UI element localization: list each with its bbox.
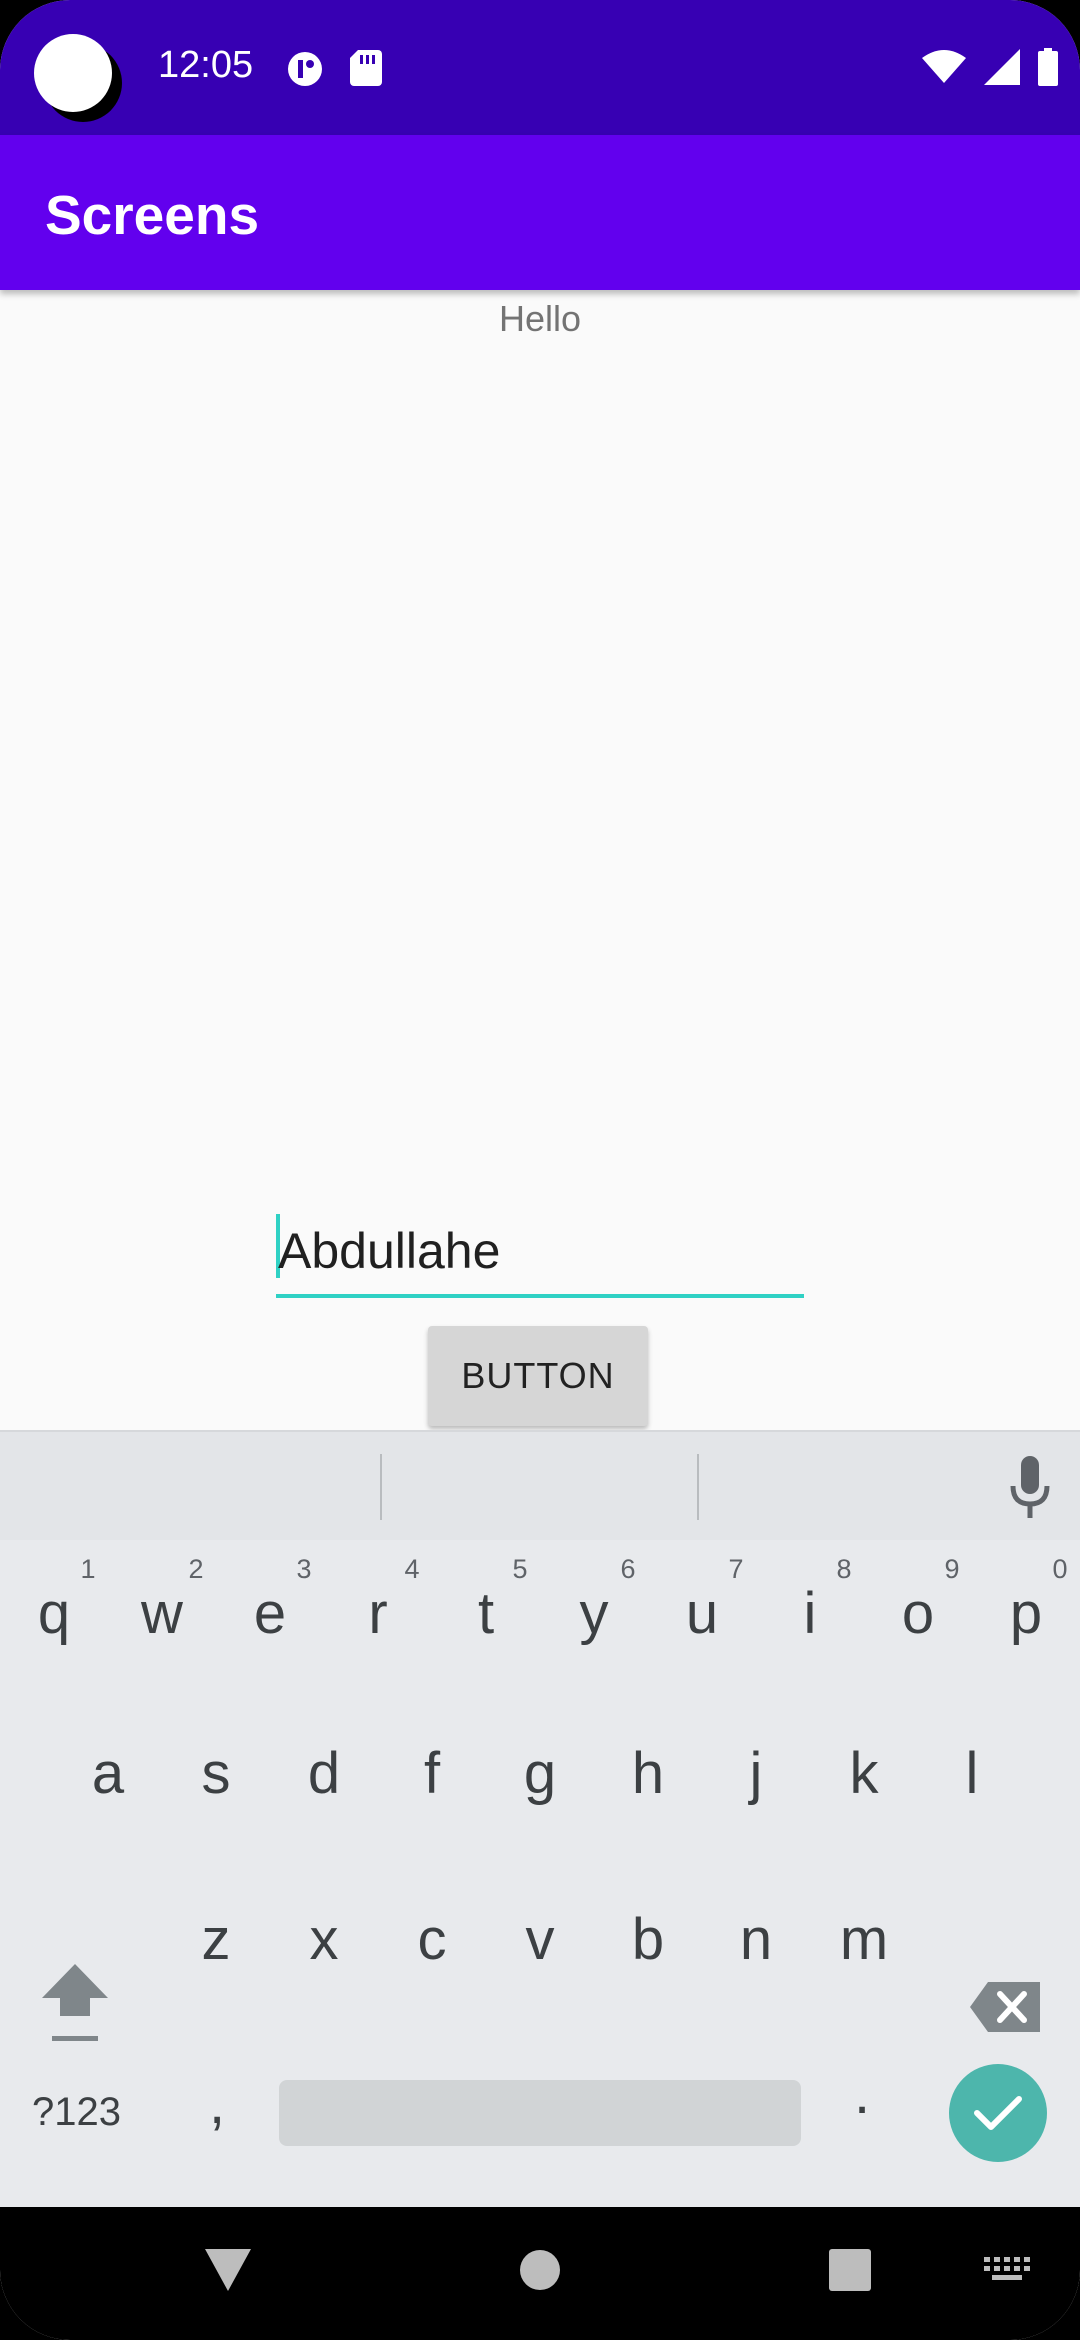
sd-card-icon bbox=[350, 50, 382, 86]
shift-icon[interactable] bbox=[40, 1962, 110, 2044]
key-g[interactable]: g bbox=[490, 1740, 590, 1807]
key-r[interactable]: r bbox=[328, 1580, 428, 1647]
key-t[interactable]: t bbox=[436, 1580, 536, 1647]
checkmark-icon bbox=[974, 2096, 1022, 2130]
home-icon[interactable] bbox=[519, 2249, 561, 2291]
key-hint-6: 6 bbox=[620, 1554, 636, 1584]
camera-cutout-icon bbox=[34, 34, 112, 112]
soft-keyboard: q1w2e3r4t5y6u7i8o9p0 asdfghjkl zxcvbnm ?… bbox=[0, 1430, 1080, 2207]
key-z[interactable]: z bbox=[166, 1906, 266, 1973]
key-hint-8: 8 bbox=[836, 1554, 852, 1584]
key-hint-2: 2 bbox=[188, 1554, 204, 1584]
back-icon[interactable] bbox=[205, 2249, 251, 2291]
status-right-icons bbox=[922, 48, 1058, 86]
wifi-icon bbox=[922, 50, 966, 83]
key-p[interactable]: p bbox=[976, 1580, 1076, 1647]
suggestion-divider bbox=[380, 1454, 382, 1520]
key-u[interactable]: u bbox=[652, 1580, 752, 1647]
key-s[interactable]: s bbox=[166, 1740, 266, 1807]
key-n[interactable]: n bbox=[706, 1906, 806, 1973]
status-time: 12:05 bbox=[158, 44, 254, 86]
enter-key[interactable] bbox=[949, 2064, 1047, 2162]
key-l[interactable]: l bbox=[922, 1740, 1022, 1807]
backspace-icon[interactable] bbox=[970, 1982, 1040, 2032]
name-input-value: Abdullahe bbox=[278, 1223, 501, 1279]
keyboard-switch-icon[interactable] bbox=[984, 2257, 1030, 2285]
navigation-bar bbox=[0, 2207, 1080, 2340]
name-input[interactable]: Abdullahe bbox=[276, 1210, 804, 1298]
key-hint-0: 0 bbox=[1052, 1554, 1068, 1584]
key-q[interactable]: q bbox=[4, 1580, 104, 1647]
key-b[interactable]: b bbox=[598, 1906, 698, 1973]
app-bar: Screens bbox=[0, 135, 1080, 290]
battery-icon bbox=[1038, 48, 1058, 86]
space-bar[interactable] bbox=[279, 2080, 801, 2146]
period-key[interactable]: . bbox=[812, 2060, 912, 2127]
key-a[interactable]: a bbox=[58, 1740, 158, 1807]
status-bar: 12:05 bbox=[0, 0, 1080, 135]
phone-screen: 12:05 Screens Hello Abdullahe BUTTON q 1… bbox=[0, 0, 1080, 2340]
suggestion-divider bbox=[697, 1454, 699, 1520]
key-o[interactable]: o bbox=[868, 1580, 968, 1647]
suggestion-strip bbox=[0, 1430, 1080, 1540]
key-i[interactable]: i bbox=[760, 1580, 860, 1647]
key-k[interactable]: k bbox=[814, 1740, 914, 1807]
key-hint-4: 4 bbox=[404, 1554, 420, 1584]
key-w[interactable]: w bbox=[112, 1580, 212, 1647]
key-v[interactable]: v bbox=[490, 1906, 590, 1973]
key-hint-3: 3 bbox=[296, 1554, 312, 1584]
microphone-icon[interactable] bbox=[1008, 1456, 1052, 1522]
hello-label: Hello bbox=[498, 298, 582, 339]
key-h[interactable]: h bbox=[598, 1740, 698, 1807]
submit-button[interactable]: BUTTON bbox=[428, 1326, 648, 1426]
key-hint-5: 5 bbox=[512, 1554, 528, 1584]
key-hint-1: 1 bbox=[80, 1554, 96, 1584]
key-x[interactable]: x bbox=[274, 1906, 374, 1973]
key-c[interactable]: c bbox=[382, 1906, 482, 1973]
signal-icon bbox=[984, 49, 1020, 85]
app-bar-title: Screens bbox=[45, 184, 260, 246]
data-saver-icon bbox=[288, 52, 322, 86]
key-f[interactable]: f bbox=[382, 1740, 482, 1807]
comma-key[interactable]: , bbox=[167, 2070, 267, 2137]
symbols-key[interactable]: ?123 bbox=[32, 2090, 121, 2135]
key-m[interactable]: m bbox=[814, 1906, 914, 1973]
key-y[interactable]: y bbox=[544, 1580, 644, 1647]
key-d[interactable]: d bbox=[274, 1740, 374, 1807]
key-hint-9: 9 bbox=[944, 1554, 960, 1584]
key-hint-7: 7 bbox=[728, 1554, 744, 1584]
key-e[interactable]: e bbox=[220, 1580, 320, 1647]
recents-icon[interactable] bbox=[829, 2249, 871, 2291]
key-j[interactable]: j bbox=[706, 1740, 806, 1807]
